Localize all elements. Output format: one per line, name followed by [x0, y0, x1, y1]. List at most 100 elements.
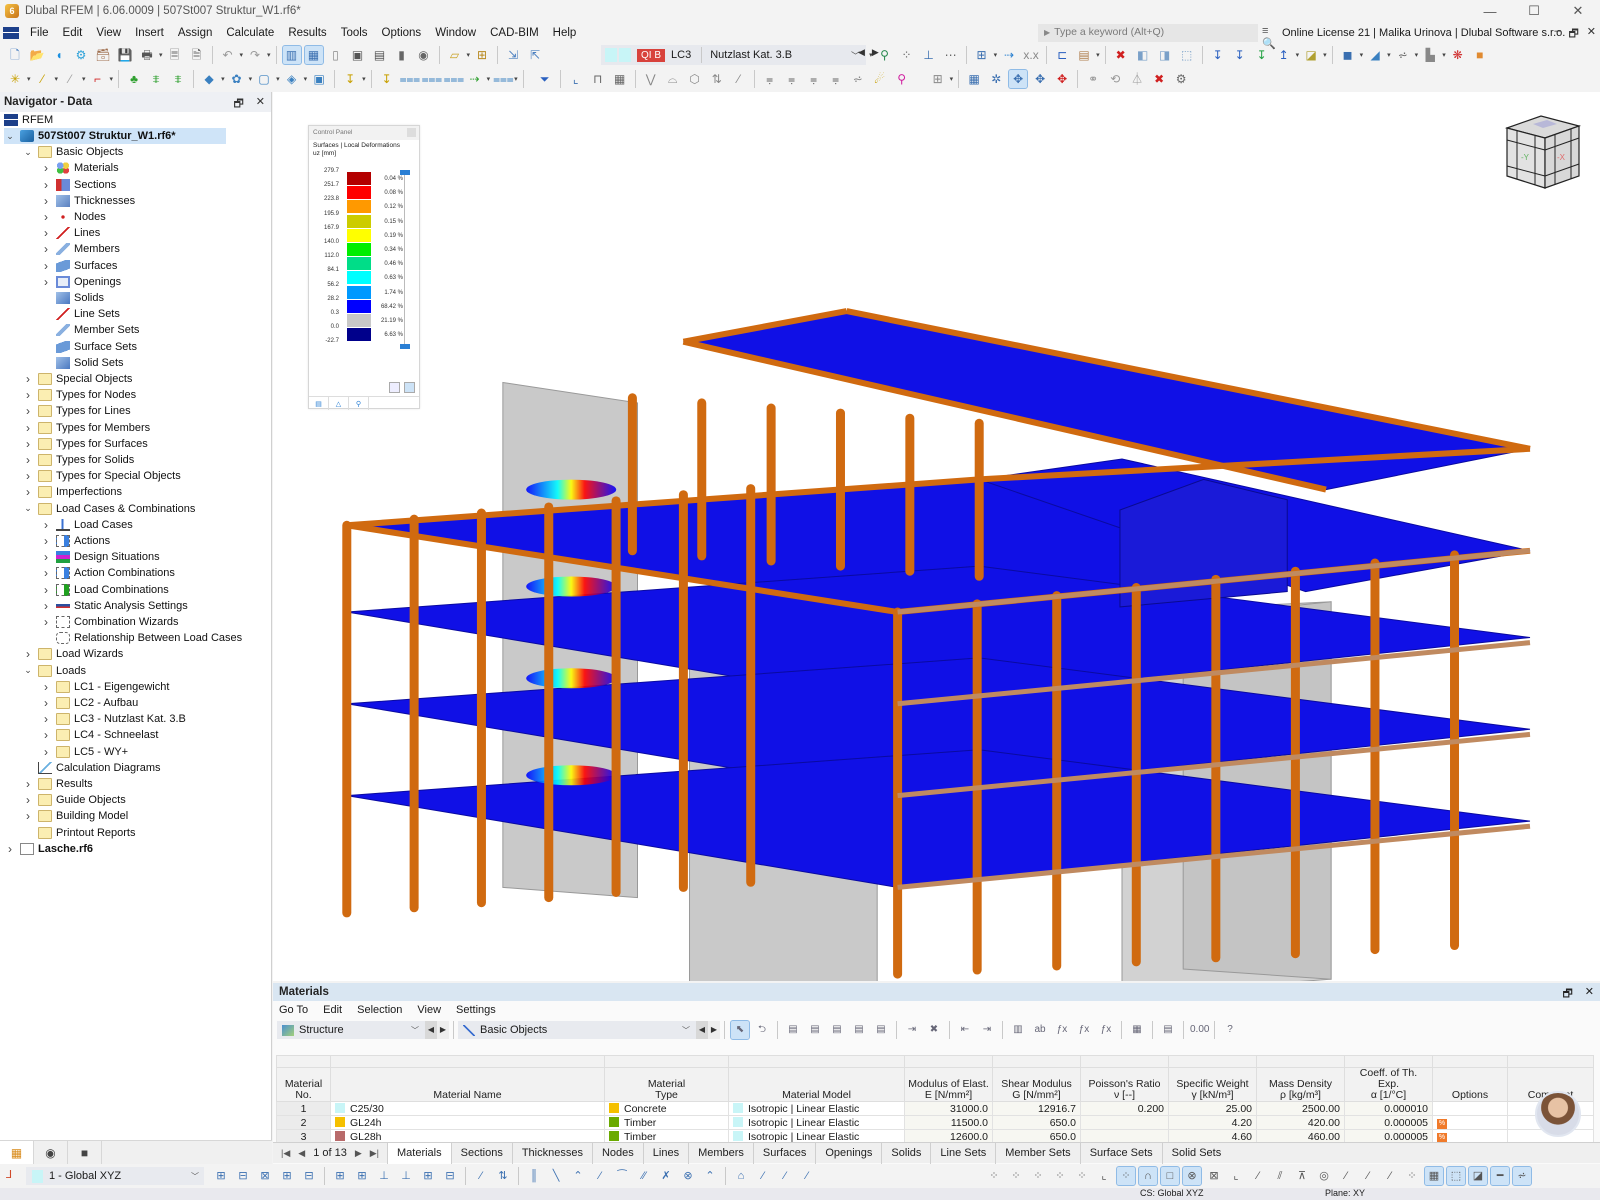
- chevron-right-icon[interactable]: ›: [40, 745, 52, 759]
- legend-settings-icon[interactable]: [389, 382, 400, 393]
- cell-no[interactable]: 2: [276, 1115, 331, 1130]
- chevron-right-icon[interactable]: ›: [40, 583, 52, 597]
- dropdown-arrow-icon[interactable]: ▾: [514, 75, 518, 83]
- next-load-case-icon[interactable]: ▶: [872, 47, 879, 58]
- chevron-right-icon[interactable]: ›: [40, 242, 52, 256]
- tab-openings[interactable]: Openings: [815, 1142, 881, 1164]
- dropdown-arrow-icon[interactable]: ▾: [249, 75, 253, 83]
- column-header[interactable]: Mass Density ρ [kg/m³]: [1256, 1067, 1345, 1102]
- legend-min-handle[interactable]: [400, 344, 410, 349]
- load-surface-icon[interactable]: ⩶: [422, 70, 443, 88]
- snap-tool-8-icon[interactable]: ⊥: [375, 1167, 393, 1185]
- column-view-icon[interactable]: ▥: [1009, 1021, 1027, 1039]
- tables-toggle-icon[interactable]: ▦: [303, 45, 324, 65]
- clear-selection-icon[interactable]: ✖: [1112, 46, 1130, 64]
- webservice-icon[interactable]: ⚙: [72, 46, 90, 64]
- zoom-view-icon[interactable]: ✥: [1053, 70, 1071, 88]
- tab-surface-sets[interactable]: Surface Sets: [1079, 1142, 1162, 1164]
- table-menu-edit[interactable]: Edit: [323, 1004, 342, 1016]
- menu-tools[interactable]: Tools: [334, 27, 375, 39]
- result-values-icon[interactable]: ⁘: [898, 46, 916, 64]
- tree-item-guide-objects[interactable]: › Guide Objects: [22, 792, 126, 808]
- cell-options[interactable]: [1432, 1101, 1508, 1116]
- keyword-search-input[interactable]: ▶ Type a keyword (Alt+Q): [1038, 24, 1258, 42]
- move-up-icon[interactable]: ⇤: [956, 1021, 974, 1039]
- table-menu-view[interactable]: View: [417, 1004, 441, 1016]
- delete-row-icon[interactable]: ✖: [925, 1021, 943, 1039]
- tree-item-load-combinations[interactable]: › Load Combinations: [40, 582, 169, 598]
- tree-item-types-for-members[interactable]: › Types for Members: [22, 420, 150, 436]
- menu-options[interactable]: Options: [375, 27, 429, 39]
- new-nodal-load-icon[interactable]: ↧: [341, 70, 359, 88]
- chevron-right-icon[interactable]: ›: [40, 194, 52, 208]
- column-header[interactable]: Material Model: [728, 1067, 905, 1102]
- dropdown-arrow-icon[interactable]: ▾: [1296, 51, 1300, 59]
- report-icon[interactable]: 🗏: [166, 46, 184, 64]
- display-tab-icon[interactable]: ◉: [34, 1141, 68, 1165]
- tree-item-load-cases[interactable]: › Load Cases: [40, 517, 133, 533]
- dropdown-arrow-icon[interactable]: ▾: [55, 75, 59, 83]
- dropdown-arrow-icon[interactable]: ▾: [1360, 51, 1364, 59]
- chevron-right-icon[interactable]: ›: [40, 259, 52, 273]
- new-node-icon[interactable]: ✳: [6, 70, 24, 88]
- chevron-right-icon[interactable]: ›: [22, 388, 34, 402]
- menu-window[interactable]: Window: [428, 27, 483, 39]
- tree-item-members[interactable]: › Members: [40, 241, 120, 257]
- cell-gamma[interactable]: 25.00: [1168, 1101, 1257, 1116]
- chevron-right-icon[interactable]: ›: [22, 809, 34, 823]
- snap-members-icon[interactable]: ⁘: [1073, 1167, 1091, 1185]
- relationship-icon[interactable]: ⮌: [753, 1021, 771, 1039]
- structure-combo[interactable]: Structure ﹀ ◀ ▶: [277, 1021, 449, 1039]
- cell-options[interactable]: %: [1432, 1115, 1508, 1130]
- new-polyline-icon[interactable]: ⌐: [89, 70, 107, 88]
- cell-rho[interactable]: 2500.00: [1256, 1101, 1345, 1116]
- dropdown-arrow-icon[interactable]: ▾: [1442, 51, 1446, 59]
- panel-float-icon[interactable]: 🗗: [1562, 985, 1572, 1004]
- line-icon[interactable]: ⁄: [1249, 1167, 1267, 1185]
- maximize-button[interactable]: ☐: [1512, 0, 1556, 22]
- chevron-right-icon[interactable]: ›: [22, 469, 34, 483]
- formula-eye-icon[interactable]: ƒx: [1097, 1021, 1115, 1039]
- chevron-down-icon[interactable]: ⌄: [22, 503, 34, 514]
- cell-type[interactable]: Timber: [604, 1115, 729, 1130]
- close-button[interactable]: ✕: [1556, 0, 1600, 22]
- tree-item-loads[interactable]: ⌄ Loads: [22, 663, 86, 679]
- dropdown-arrow-icon[interactable]: ▾: [362, 75, 366, 83]
- tab-sections[interactable]: Sections: [450, 1142, 512, 1164]
- new-member-support-icon[interactable]: ⩨: [169, 70, 187, 88]
- color-scale-tab-icon[interactable]: ▤: [309, 397, 329, 410]
- chevron-right-icon[interactable]: ›: [22, 793, 34, 807]
- coordinate-system-combo[interactable]: 1 - Global XYZ ﹀: [26, 1167, 204, 1185]
- menu-cad-bim[interactable]: CAD-BIM: [483, 27, 546, 39]
- chevron-right-icon[interactable]: ›: [40, 275, 52, 289]
- smooth-3-icon[interactable]: ⩦: [805, 70, 823, 88]
- dropdown-arrow-icon[interactable]: ▾: [994, 51, 998, 59]
- view-x-icon[interactable]: ↧: [1209, 46, 1227, 64]
- pan-view-icon[interactable]: ✥: [1031, 70, 1049, 88]
- combo-prev-icon[interactable]: ◀: [425, 1021, 437, 1039]
- help-icon[interactable]: ?: [1221, 1021, 1239, 1039]
- tree-item-lasche-rf6[interactable]: › Lasche.rf6: [4, 841, 93, 857]
- deformed-icon[interactable]: ⇅: [708, 70, 726, 88]
- orthogonal-icon[interactable]: ⌞: [1095, 1167, 1113, 1185]
- display-solid-icon[interactable]: ■: [1471, 46, 1489, 64]
- snap-grid-icon[interactable]: ⁘: [1007, 1167, 1025, 1185]
- mesh-nodes-icon[interactable]: ✲: [987, 70, 1005, 88]
- navigator-toggle-icon[interactable]: ▥: [281, 45, 302, 65]
- user-avatar[interactable]: [1535, 1091, 1581, 1137]
- snap-tool-0-icon[interactable]: ⊞: [212, 1167, 230, 1185]
- column-header[interactable]: Material Type: [604, 1067, 729, 1102]
- snap-tool-27-icon[interactable]: ⁄: [754, 1167, 772, 1185]
- report-view-icon[interactable]: 🗎: [188, 46, 206, 64]
- dropdown-arrow-icon[interactable]: ▾: [27, 75, 31, 83]
- grid-settings-icon[interactable]: ⊞: [929, 70, 947, 88]
- chevron-right-icon[interactable]: ›: [40, 680, 52, 694]
- doc-restore-button[interactable]: 🗗: [1568, 25, 1578, 44]
- tree-item-types-for-nodes[interactable]: › Types for Nodes: [22, 387, 136, 403]
- chevron-right-icon[interactable]: ›: [40, 712, 52, 726]
- navigator-close-icon[interactable]: ✕: [256, 95, 265, 114]
- tree-item-materials[interactable]: › Materials: [40, 160, 119, 176]
- magnet-icon[interactable]: ∩: [1138, 1166, 1158, 1186]
- cell-gamma[interactable]: 4.20: [1168, 1115, 1257, 1130]
- table-b-icon[interactable]: ▤: [806, 1021, 824, 1039]
